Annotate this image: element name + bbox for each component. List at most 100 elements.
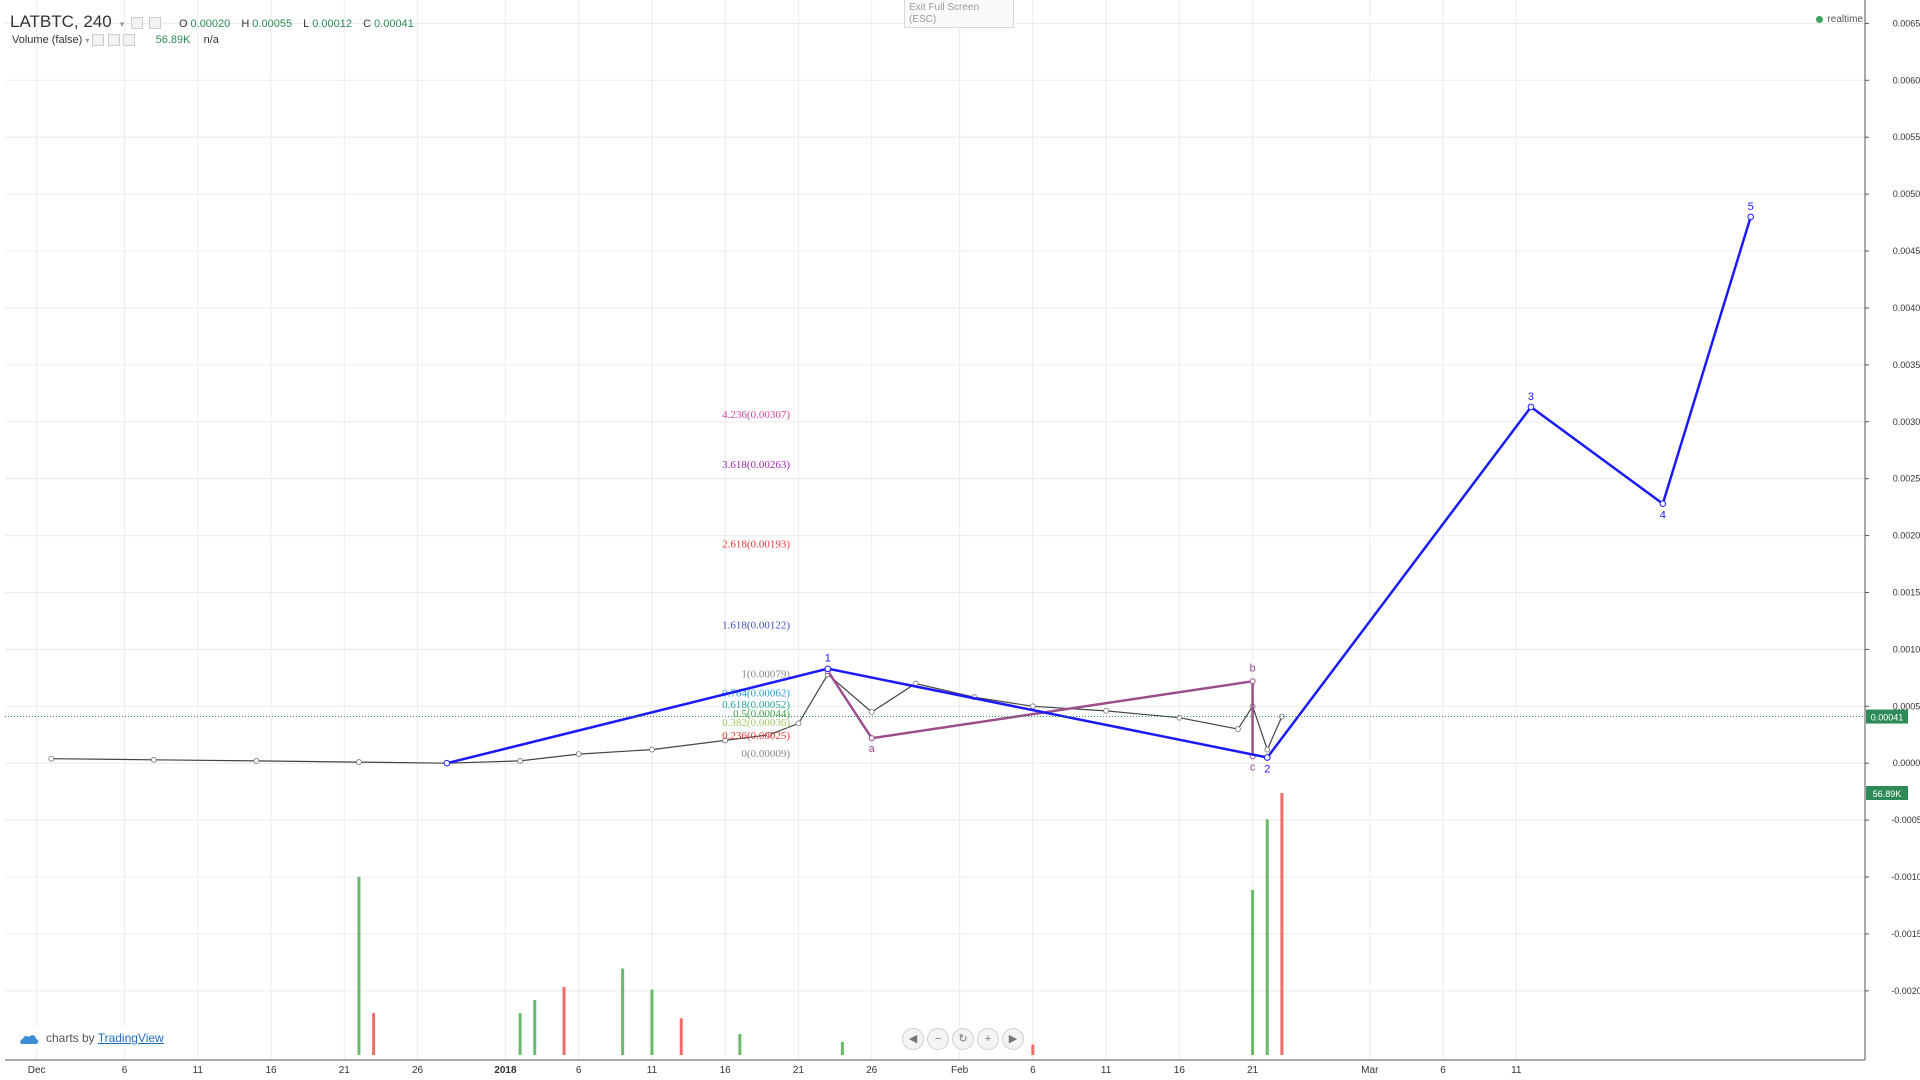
correction-point [1249,678,1256,685]
time-tick-label: 11 [193,1065,204,1076]
exit-fullscreen-button[interactable]: Exit Full Screen (ESC) [904,0,1014,28]
wave-point-label: 1 [825,653,831,665]
volume-bar [1031,1044,1035,1055]
price-tick-label: 0.00650 [1893,18,1920,28]
ohlc-high-value: 0.00055 [252,18,293,30]
chevron-down-icon[interactable]: ▾ [120,19,125,29]
time-tick-label: 6 [1440,1065,1446,1076]
ohlc-low-value: 0.00012 [312,18,353,30]
price-tick-label: 0.00450 [1893,246,1920,256]
close-icon[interactable] [122,34,135,47]
ohlc-high-label: H [241,18,250,30]
wave-point-label: 5 [1748,201,1754,213]
close-icon[interactable] [148,17,161,30]
price-tick-label: 0.00600 [1893,75,1920,85]
price-point [1029,703,1036,710]
volume-bars [357,793,1284,1055]
fib-level-label: 1(0.00079) [741,668,790,680]
fib-level-label: 0.382(0.00036) [722,717,790,729]
price-point [868,709,875,715]
volume-bar [357,876,361,1055]
price-tick-label: 0.00550 [1893,132,1920,142]
time-tick-label: 6 [1030,1065,1036,1076]
current-price-label: 0.00041 [1871,713,1904,723]
tradingview-link[interactable]: TradingView [98,1031,164,1045]
settings-icon[interactable] [107,34,120,47]
volume-label[interactable]: Volume (false) [12,34,82,46]
time-tick-label: 6 [122,1065,128,1076]
time-tick-label: 11 [647,1065,658,1076]
volume-bar [621,968,625,1055]
volume-na: n/a [203,34,219,46]
eye-icon[interactable] [92,34,105,47]
time-tick-label: 26 [866,1065,878,1076]
time-tick-label: 21 [793,1065,805,1076]
price-tick-label: 0.00150 [1893,587,1920,597]
chart-grid [5,0,1866,1061]
fib-level-label: 2.618(0.00193) [722,539,790,551]
fib-level-label: 4.236(0.00307) [722,409,790,421]
wave-point [443,759,451,767]
time-tick-label: Mar [1361,1065,1379,1076]
wave-point-label: 4 [1660,510,1666,522]
volume-tag-label: 56.89K [1873,789,1902,799]
time-tick-label: 16 [1174,1065,1186,1076]
chart-canvas[interactable]: 4.236(0.00307) 3.618(0.00263) 2.618(0.0019… [0,0,1920,1080]
volume-bar [1251,889,1255,1055]
time-axis[interactable]: Dec 6 11 16 21 26 2018 6 11 16 21 26 Feb 6 11 16 21 Mar 6 1… [28,1065,1522,1076]
time-tick-label: 2018 [494,1065,517,1076]
price-tick-label: -0.00100 [1891,872,1920,882]
time-tick-label: 21 [339,1065,351,1076]
volume-bar [372,1013,376,1055]
symbol-title[interactable]: LATBTC, 240 [10,12,112,31]
fib-level-label: 1.618(0.00122) [722,619,790,631]
wave-point [1659,500,1667,508]
price-point [517,758,523,764]
wave-point-label: 3 [1528,391,1534,403]
price-tick-label: 0.00350 [1893,360,1920,370]
time-tick-label: 6 [576,1065,582,1076]
price-tick-label: 0.00500 [1893,189,1920,199]
price-point [1176,714,1183,721]
zoom-out-icon[interactable]: − [927,1028,949,1050]
settings-icon[interactable] [130,17,143,30]
reset-icon[interactable]: ↻ [952,1028,974,1050]
elliott-wave-lines: a b c 1 2 3 4 5 [443,201,1754,776]
volume-bar [533,999,537,1055]
ohlc-low-label: L [303,18,310,30]
time-tick-label: 11 [1511,1065,1522,1076]
price-point [1235,726,1241,732]
wave-point [1263,754,1271,761]
ohlc-open-value: 0.00020 [190,18,231,30]
price-line [51,673,1283,764]
fib-level-label: 3.618(0.00263) [722,459,790,471]
exit-fullscreen-hint: (ESC) [909,14,937,25]
volume-bar [738,1034,742,1055]
correction-point-label: c [1250,761,1256,773]
price-axis[interactable]: 0.00650 0.00600 0.00550 0.00500 0.00450 0.004… [5,18,1920,996]
zoom-in-icon[interactable]: + [977,1028,999,1050]
time-tick-label: 16 [720,1065,732,1076]
wave-point [1527,403,1535,411]
time-tick-label: Feb [951,1065,969,1076]
wave-point [1747,213,1754,221]
branding-prefix: charts by [46,1031,95,1045]
volume-bar [679,1018,683,1055]
branding: charts by TradingView [18,1026,188,1050]
chart-navigation: ◀ − ↻ + ▶ [902,1028,1024,1050]
arrow-left-icon[interactable]: ◀ [902,1028,924,1050]
price-point [356,759,362,765]
wave-point [824,665,832,673]
price-point [1264,746,1271,753]
ohlc-open-label: O [178,18,188,30]
price-tick-label: -0.00050 [1891,815,1920,825]
chevron-down-icon[interactable]: ▾ [85,36,89,45]
price-tick-label: 0.00200 [1893,531,1920,541]
realtime-label: realtime [1827,14,1863,25]
impulse-wave-line [446,216,1752,765]
ohlc-close-label: C [363,18,372,30]
time-tick-label: 26 [412,1065,424,1076]
time-tick-label: 21 [1247,1065,1259,1076]
price-point [649,746,655,753]
arrow-right-icon[interactable]: ▶ [1002,1028,1024,1050]
